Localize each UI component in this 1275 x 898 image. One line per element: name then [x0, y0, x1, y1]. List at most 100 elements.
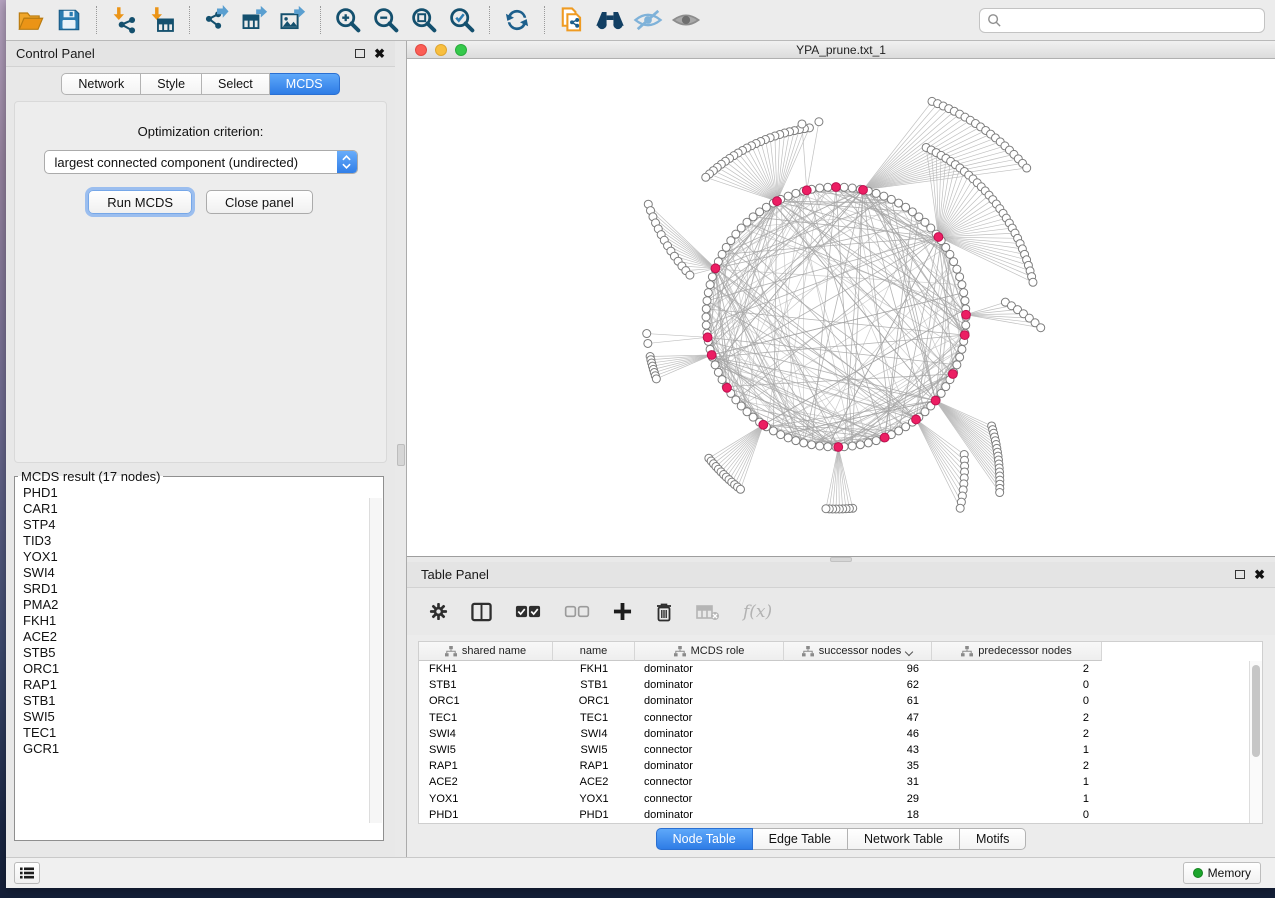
table-cell: dominator	[635, 679, 784, 691]
table-row[interactable]: SWI4SWI4dominator462	[419, 726, 1262, 742]
hide-selected-eye-icon[interactable]	[629, 3, 667, 37]
float-panel-icon[interactable]	[355, 49, 365, 58]
duplicate-network-icon[interactable]	[553, 3, 591, 37]
zoom-out-icon[interactable]	[367, 3, 405, 37]
splitter-handle[interactable]	[830, 557, 852, 562]
export-network-icon[interactable]	[198, 3, 236, 37]
mcds-result-item[interactable]: TEC1	[23, 725, 375, 741]
delete-columns-trash-icon[interactable]	[655, 602, 673, 622]
mcds-result-item[interactable]: SWI5	[23, 709, 375, 725]
table-cell: STB1	[419, 679, 553, 691]
mcds-result-item[interactable]: RAP1	[23, 677, 375, 693]
mcds-result-box: MCDS result (17 nodes) PHD1CAR1STP4TID3Y…	[14, 469, 384, 841]
create-column-icon[interactable]	[613, 602, 632, 621]
apply-layout-icon[interactable]	[498, 3, 536, 37]
zoom-selected-icon[interactable]	[443, 3, 481, 37]
attribute-icon	[445, 646, 457, 657]
table-cell: ORC1	[553, 695, 635, 707]
tab-mcds[interactable]: MCDS	[270, 73, 340, 95]
column-header-name[interactable]: name	[553, 642, 635, 661]
mcds-result-item[interactable]: TID3	[23, 533, 375, 549]
table-cell: 1	[932, 744, 1102, 756]
zoom-in-icon[interactable]	[329, 3, 367, 37]
control-panel-header: Control Panel ✖	[6, 41, 395, 67]
vertical-splitter[interactable]	[395, 41, 407, 857]
table-row[interactable]: TEC1TEC1connector472	[419, 710, 1262, 726]
export-image-icon[interactable]	[274, 3, 312, 37]
mcds-result-item[interactable]: GCR1	[23, 741, 375, 757]
deselect-all-columns-icon[interactable]	[564, 605, 590, 618]
close-panel-icon[interactable]: ✖	[374, 47, 385, 60]
table-scrollbar[interactable]	[1249, 661, 1262, 823]
table-cell: TEC1	[553, 712, 635, 724]
run-mcds-button[interactable]: Run MCDS	[88, 190, 192, 214]
tab-network[interactable]: Network	[61, 73, 141, 95]
table-cell: connector	[635, 793, 784, 805]
mcds-result-item[interactable]: ORC1	[23, 661, 375, 677]
scrollbar-thumb[interactable]	[1252, 665, 1260, 757]
column-header-successor-nodes[interactable]: successor nodes	[784, 642, 932, 661]
tab-node-table[interactable]: Node Table	[656, 828, 753, 850]
mcds-result-item[interactable]: ACE2	[23, 629, 375, 645]
mcds-result-item[interactable]: FKH1	[23, 613, 375, 629]
show-columns-icon[interactable]	[471, 602, 492, 622]
first-neighbors-icon[interactable]	[591, 3, 629, 37]
table-cell: dominator	[635, 663, 784, 675]
tab-network-table[interactable]: Network Table	[848, 828, 960, 850]
tab-style[interactable]: Style	[141, 73, 202, 95]
select-all-columns-icon[interactable]	[515, 605, 541, 618]
criterion-select[interactable]: largest connected component (undirected)	[44, 150, 358, 174]
export-table-icon[interactable]	[236, 3, 274, 37]
table-row[interactable]: FKH1FKH1dominator962	[419, 661, 1262, 677]
table-cell: dominator	[635, 760, 784, 772]
close-panel-icon[interactable]: ✖	[1254, 568, 1265, 581]
mcds-result-item[interactable]: STB5	[23, 645, 375, 661]
import-network-icon[interactable]	[105, 3, 143, 37]
node-table-body[interactable]: FKH1FKH1dominator962STB1STB1dominator620…	[419, 661, 1262, 823]
table-settings-gear-icon[interactable]	[429, 602, 448, 621]
optimization-criterion-label: Optimization criterion:	[15, 124, 386, 139]
tab-motifs[interactable]: Motifs	[960, 828, 1026, 850]
close-panel-button[interactable]: Close panel	[206, 190, 313, 214]
mcds-result-item[interactable]: STP4	[23, 517, 375, 533]
save-session-icon[interactable]	[50, 3, 88, 37]
table-cell: ORC1	[419, 695, 553, 707]
show-panels-menu-button[interactable]	[14, 862, 40, 884]
show-all-eye-icon[interactable]	[667, 3, 705, 37]
list-icon	[20, 867, 34, 879]
mcds-result-item[interactable]: SRD1	[23, 581, 375, 597]
column-header-mcds-role[interactable]: MCDS role	[635, 642, 784, 661]
tab-select[interactable]: Select	[202, 73, 270, 95]
float-panel-icon[interactable]	[1235, 570, 1245, 579]
table-row[interactable]: RAP1RAP1dominator352	[419, 758, 1262, 774]
table-row[interactable]: ORC1ORC1dominator610	[419, 693, 1262, 709]
zoom-fit-icon[interactable]	[405, 3, 443, 37]
mcds-result-item[interactable]: PHD1	[23, 485, 375, 501]
horizontal-splitter[interactable]	[407, 557, 1275, 562]
mcds-result-scrollbar[interactable]	[369, 498, 382, 823]
search-input[interactable]	[1007, 13, 1257, 27]
mcds-result-item[interactable]: SWI4	[23, 565, 375, 581]
network-titlebar[interactable]: YPA_prune.txt_1	[407, 41, 1275, 59]
memory-button[interactable]: Memory	[1183, 862, 1261, 884]
tab-edge-table[interactable]: Edge Table	[753, 828, 848, 850]
mcds-result-item[interactable]: CAR1	[23, 501, 375, 517]
network-canvas[interactable]	[407, 59, 1275, 556]
open-session-icon[interactable]	[12, 3, 50, 37]
column-header-shared-name[interactable]: shared name	[419, 642, 553, 661]
mcds-result-item[interactable]: YOX1	[23, 549, 375, 565]
network-graph[interactable]	[407, 59, 1275, 556]
table-row[interactable]: SWI5SWI5connector431	[419, 742, 1262, 758]
mcds-result-item[interactable]: PMA2	[23, 597, 375, 613]
splitter-handle[interactable]	[397, 444, 405, 466]
table-row[interactable]: PHD1PHD1dominator180	[419, 807, 1262, 823]
network-search-box[interactable]	[979, 8, 1265, 33]
mcds-result-list[interactable]: PHD1CAR1STP4TID3YOX1SWI4SRD1PMA2FKH1ACE2…	[15, 484, 383, 824]
status-bar: Memory	[6, 857, 1275, 888]
table-row[interactable]: ACE2ACE2connector311	[419, 774, 1262, 790]
import-table-icon[interactable]	[143, 3, 181, 37]
mcds-result-item[interactable]: STB1	[23, 693, 375, 709]
table-row[interactable]: STB1STB1dominator620	[419, 677, 1262, 693]
table-row[interactable]: YOX1YOX1connector291	[419, 791, 1262, 807]
column-header-predecessor-nodes[interactable]: predecessor nodes	[932, 642, 1102, 661]
